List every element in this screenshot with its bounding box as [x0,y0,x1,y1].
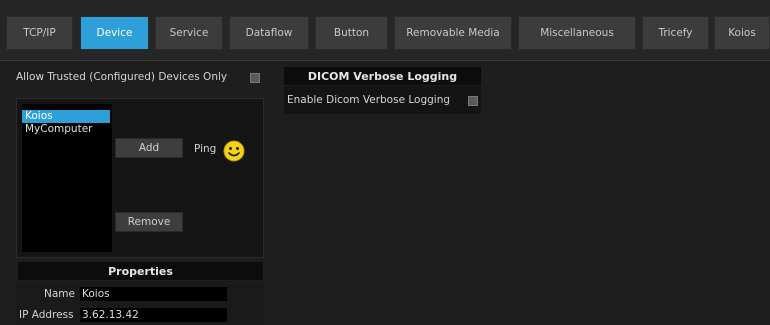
dicom-verbose-label: Enable Dicom Verbose Logging [287,94,451,106]
tab-service[interactable]: Service [155,16,223,50]
name-label: Name [44,288,75,300]
tab-koios[interactable]: Koios [714,16,770,50]
device-item-mycomputer[interactable]: MyComputer [22,123,110,136]
tab-miscellaneous[interactable]: Miscellaneous [518,16,636,50]
tab-device[interactable]: Device [80,16,149,50]
smiley-icon [223,140,245,162]
tab-tcpip[interactable]: TCP/IP [6,16,73,50]
tab-button[interactable]: Button [315,16,388,50]
tab-dataflow[interactable]: Dataflow [229,16,309,50]
ping-label: Ping [194,143,217,155]
remove-button[interactable]: Remove [115,212,183,232]
ip-address-label: IP Address [19,309,74,321]
tab-bar: TCP/IP Device Service Dataflow Button Re… [0,0,770,61]
allow-trusted-label: Allow Trusted (Configured) Devices Only [16,71,228,83]
device-item-koios[interactable]: Koios [22,110,110,123]
ip-address-field[interactable]: 3.62.13.42 [80,308,227,322]
dicom-verbose-checkbox[interactable] [468,96,478,106]
properties-header: Properties [18,262,263,280]
add-button[interactable]: Add [115,138,183,158]
tab-tricefy[interactable]: Tricefy [642,16,709,50]
name-field[interactable]: Koios [80,287,227,301]
tab-removable-media[interactable]: Removable Media [394,16,512,50]
dicom-header: DICOM Verbose Logging [284,67,481,85]
device-list[interactable]: Koios MyComputer [22,104,112,252]
allow-trusted-checkbox[interactable] [250,73,260,83]
